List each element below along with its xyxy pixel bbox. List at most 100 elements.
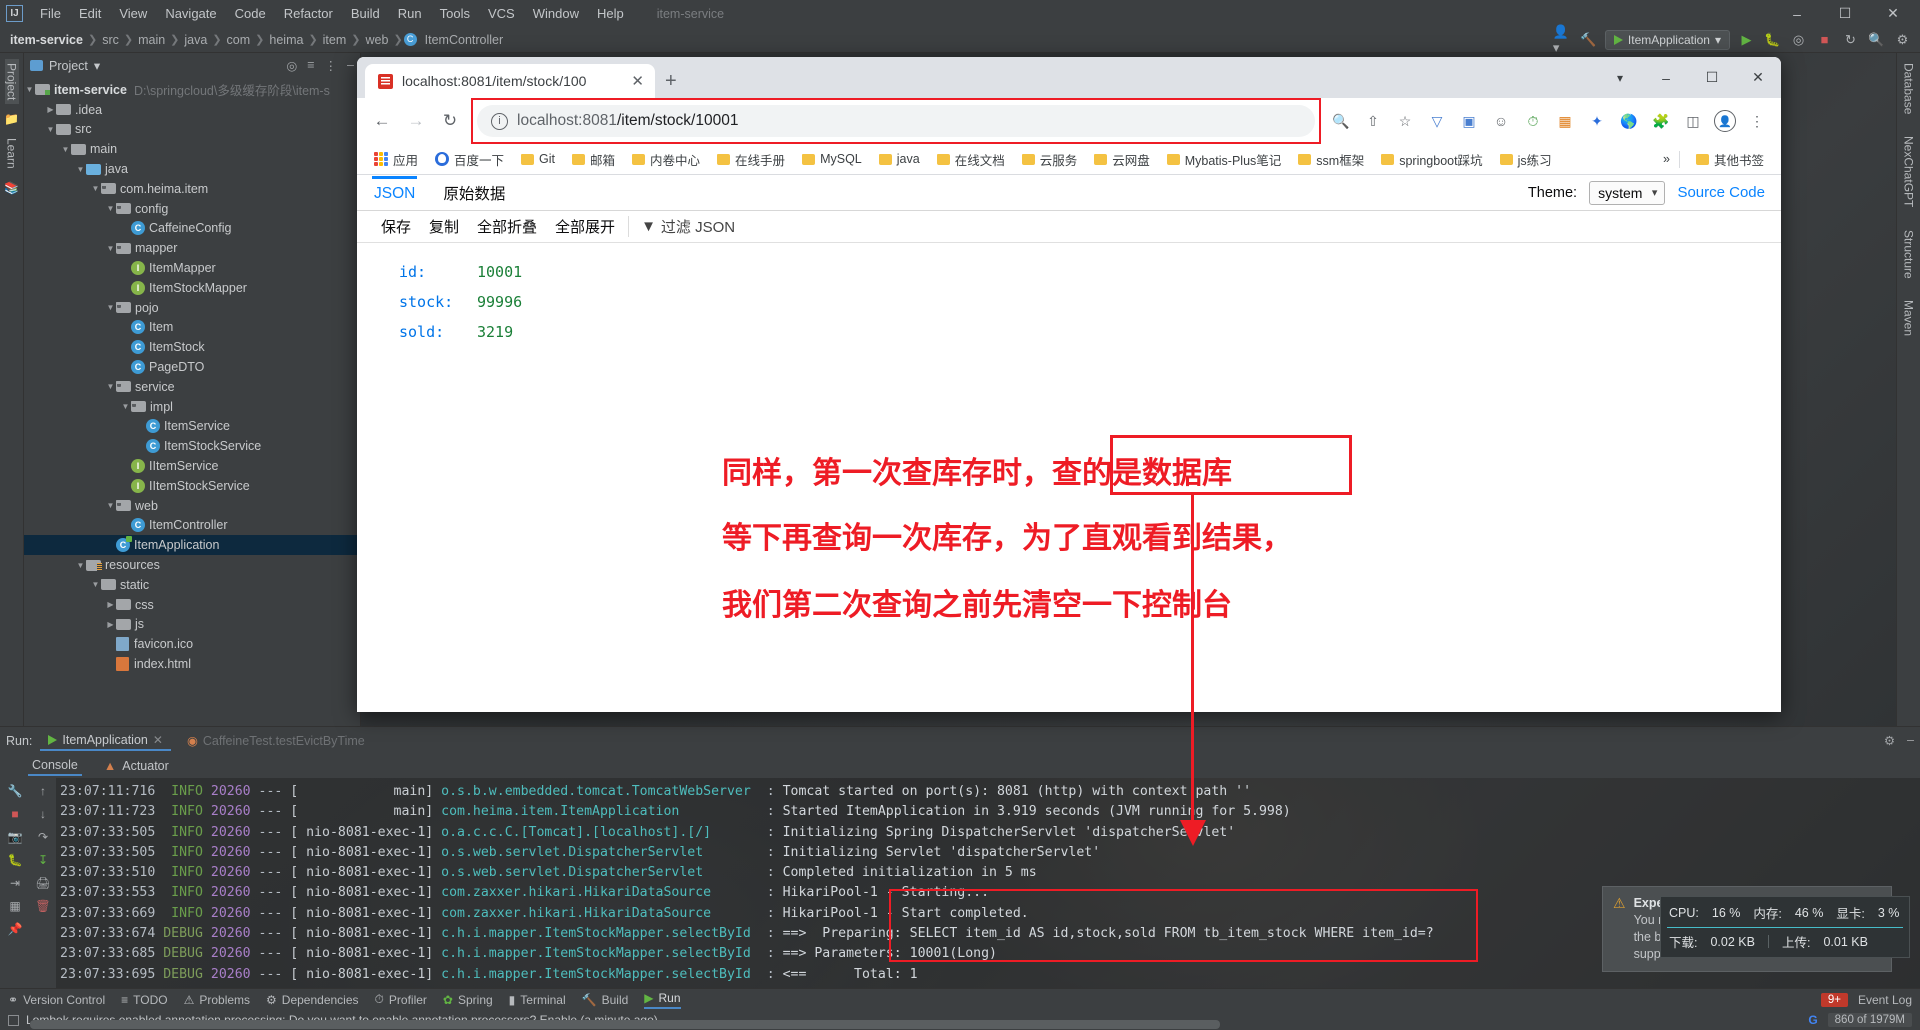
scroll-down-icon[interactable]: ↓: [40, 807, 46, 821]
tree-row-itemmapper[interactable]: I ItemMapper: [24, 258, 360, 278]
tree-row-itemservice[interactable]: C ItemService: [24, 417, 360, 437]
locate-icon[interactable]: ◎: [286, 58, 297, 73]
collapse-all-icon[interactable]: ≡: [307, 58, 314, 73]
reload-button[interactable]: ↻: [435, 106, 465, 136]
menu-code[interactable]: Code: [226, 3, 275, 24]
run-tab-caffeinetest[interactable]: ◉ CaffeineTest.testEvictByTime: [179, 731, 373, 750]
tree-row-itemstockmapper[interactable]: I ItemStockMapper: [24, 278, 360, 298]
sidebar-item-structure[interactable]: Structure: [1902, 226, 1916, 283]
tree-row-pagedto[interactable]: C PageDTO: [24, 357, 360, 377]
chevron-down-icon[interactable]: ▼: [90, 184, 101, 193]
chevron-right-icon[interactable]: ▶: [45, 105, 56, 114]
user-add-icon[interactable]: 👤▾: [1553, 24, 1572, 55]
menu-help[interactable]: Help: [588, 3, 633, 24]
chevron-down-icon[interactable]: ▼: [105, 303, 116, 312]
puzzle-blue-icon[interactable]: ✦: [1583, 107, 1611, 135]
tree-row-itemcontroller[interactable]: C ItemController: [24, 516, 360, 536]
update-icon[interactable]: ↻: [1841, 30, 1860, 49]
zoom-icon[interactable]: 🔍: [1327, 107, 1355, 135]
address-bar[interactable]: i localhost:8081/item/stock/10001: [477, 105, 1315, 137]
tree-row-index-html[interactable]: index.html: [24, 654, 360, 674]
project-tree[interactable]: ▼ item-service D:\springcloud\多级缓存阶段\item-…: [24, 78, 360, 726]
breadcrumb-item-itemcontroller[interactable]: ItemController: [421, 33, 508, 47]
chevron-down-icon[interactable]: ▼: [105, 244, 116, 253]
globe-icon[interactable]: 🌎: [1615, 107, 1643, 135]
menu-vcs[interactable]: VCS: [479, 3, 524, 24]
status-item-dependencies[interactable]: ⚙ Dependencies: [266, 993, 359, 1007]
chevron-down-icon[interactable]: ▼: [60, 145, 71, 154]
tree-row-web[interactable]: ▼ web: [24, 496, 360, 516]
event-log-label[interactable]: Event Log: [1858, 993, 1912, 1007]
bookmark-在线文档[interactable]: 在线文档: [930, 147, 1012, 172]
breadcrumb-item-project[interactable]: item-service: [6, 33, 87, 47]
tree-row-service[interactable]: ▼ service: [24, 377, 360, 397]
menu-refactor[interactable]: Refactor: [275, 3, 342, 24]
browser-chevron-button[interactable]: ▾: [1597, 57, 1643, 98]
bookmark-百度一下[interactable]: 百度一下: [428, 147, 511, 172]
bookmark-star-icon[interactable]: ☆: [1391, 107, 1419, 135]
bookmark-云网盘[interactable]: 云网盘: [1087, 147, 1157, 172]
menu-tools[interactable]: Tools: [431, 3, 479, 24]
breadcrumb-item-java[interactable]: java: [180, 33, 211, 47]
hammer-icon[interactable]: 🔨: [1579, 30, 1598, 49]
breadcrumb-item-com[interactable]: com: [223, 33, 255, 47]
memory-indicator[interactable]: 860 of 1979M: [1827, 1013, 1912, 1027]
soft-wrap-icon[interactable]: ↷: [38, 830, 48, 844]
run-button[interactable]: ▶: [1737, 30, 1756, 49]
chevron-down-icon[interactable]: ▼: [105, 382, 116, 391]
tree-row-css[interactable]: ▶ css: [24, 595, 360, 615]
breadcrumb-item-src[interactable]: src: [98, 33, 123, 47]
profile-icon[interactable]: 👤: [1711, 107, 1739, 135]
close-icon[interactable]: ✕: [631, 72, 644, 90]
scroll-up-icon[interactable]: ↑: [40, 784, 46, 798]
tree-row-java[interactable]: ▼ java: [24, 159, 360, 179]
screenshot-icon[interactable]: ▦: [1551, 107, 1579, 135]
run-tab-itemapplication[interactable]: ItemApplication ✕: [40, 731, 171, 751]
console-horizontal-scrollbar[interactable]: [30, 1020, 1470, 1029]
clear-all-icon[interactable]: 🗑: [35, 899, 50, 913]
bookmark-在线手册[interactable]: 在线手册: [710, 147, 792, 172]
new-tab-button[interactable]: +: [665, 71, 677, 91]
status-item-todo[interactable]: ≡ TODO: [121, 993, 167, 1007]
site-info-icon[interactable]: i: [491, 112, 508, 130]
forward-button[interactable]: →: [401, 106, 431, 136]
tree-row--idea[interactable]: ▶ .idea: [24, 100, 360, 120]
filter-json-input[interactable]: ▼ 过滤 JSON: [628, 216, 735, 237]
smiley-icon[interactable]: ☺: [1487, 107, 1515, 135]
extension-icon[interactable]: 🧩: [1647, 107, 1675, 135]
tree-row-pojo[interactable]: ▼ pojo: [24, 298, 360, 318]
chevron-down-icon[interactable]: ▼: [24, 85, 35, 94]
bookmarks-overflow-button[interactable]: »: [1663, 152, 1670, 166]
menu-window[interactable]: Window: [524, 3, 588, 24]
coverage-icon[interactable]: ◎: [1789, 30, 1808, 49]
sidebar-item-learn[interactable]: Learn: [5, 134, 19, 173]
print-icon[interactable]: 🖨: [35, 876, 50, 890]
theme-select[interactable]: system: [1589, 180, 1666, 205]
bookmark-springboot踩坑[interactable]: springboot踩坑: [1374, 147, 1489, 172]
tab-actuator[interactable]: ▲ Actuator: [100, 757, 173, 775]
tab-json[interactable]: JSON: [372, 176, 417, 210]
tree-row-itemstockservice[interactable]: C ItemStockService: [24, 436, 360, 456]
breadcrumb-item-main[interactable]: main: [134, 33, 169, 47]
tree-row-main[interactable]: ▼ main: [24, 139, 360, 159]
chevron-down-icon[interactable]: ▼: [120, 402, 131, 411]
status-item-version-control[interactable]: ⚭ Version Control: [8, 993, 105, 1007]
close-icon[interactable]: ✕: [153, 733, 163, 747]
hide-icon[interactable]: –: [347, 58, 354, 73]
source-code-link[interactable]: Source Code: [1677, 184, 1765, 201]
stop-icon[interactable]: ■: [1815, 30, 1834, 49]
browser-maximize-button[interactable]: ☐: [1689, 57, 1735, 98]
status-item-run[interactable]: ▶ Run: [644, 991, 681, 1009]
bookmark-js练习[interactable]: js练习: [1493, 147, 1559, 172]
bookmark-应用[interactable]: 应用: [367, 147, 425, 172]
tree-row-item[interactable]: C Item: [24, 318, 360, 338]
menu-file[interactable]: File: [31, 3, 70, 24]
chevron-right-icon[interactable]: ▶: [105, 600, 116, 609]
bookmark-邮箱[interactable]: 邮箱: [565, 147, 622, 172]
browser-tab[interactable]: localhost:8081/item/stock/100 ✕: [365, 64, 655, 98]
scroll-end-icon[interactable]: ↧: [38, 853, 48, 867]
chevron-down-icon[interactable]: ▾: [94, 58, 100, 73]
breadcrumb-item-web[interactable]: web: [362, 33, 393, 47]
collapse-all-button[interactable]: 全部折叠: [468, 213, 546, 240]
chevron-down-icon[interactable]: ▼: [90, 580, 101, 589]
